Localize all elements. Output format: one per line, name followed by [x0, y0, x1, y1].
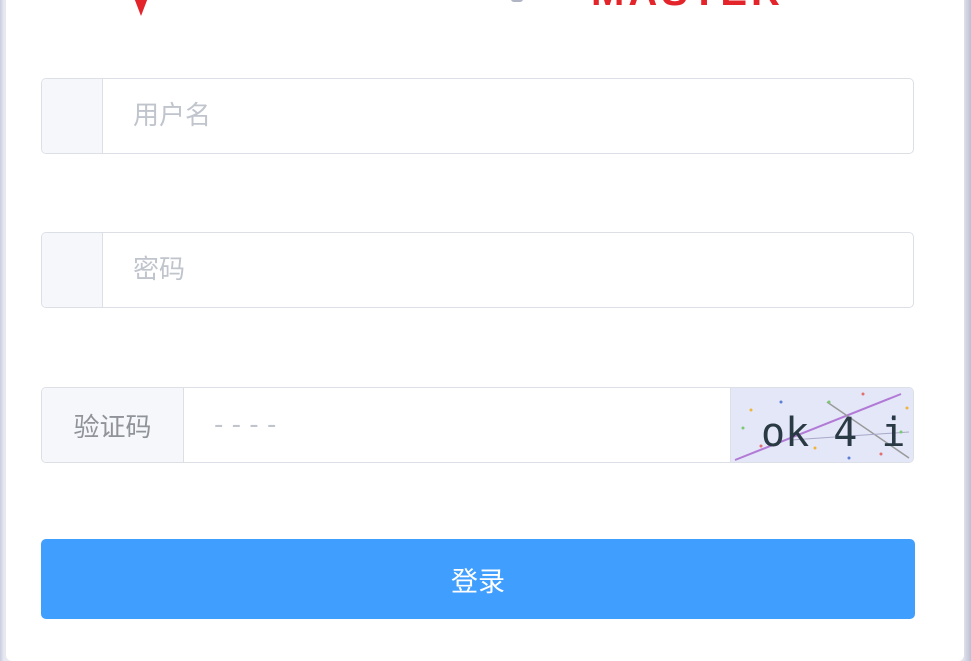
- password-input[interactable]: [103, 233, 913, 307]
- captcha-input[interactable]: [184, 388, 730, 462]
- captcha-label: 验证码: [42, 388, 184, 462]
- username-field: [41, 78, 914, 154]
- logo-divider: [511, 0, 523, 2]
- username-input[interactable]: [103, 79, 913, 153]
- logo-text: MASTER: [591, 0, 784, 12]
- lock-icon: [42, 233, 103, 307]
- captcha-text: ok 4 i: [761, 410, 906, 456]
- login-button[interactable]: 登录: [41, 539, 915, 619]
- password-field: [41, 232, 914, 308]
- captcha-image[interactable]: ok 4 i: [730, 388, 913, 462]
- user-icon: [42, 79, 103, 153]
- logo-pin-icon: [128, 0, 154, 16]
- captcha-field: 验证码 - - - - ok 4 i: [41, 387, 914, 463]
- captcha-graphic: ok 4 i: [731, 388, 913, 462]
